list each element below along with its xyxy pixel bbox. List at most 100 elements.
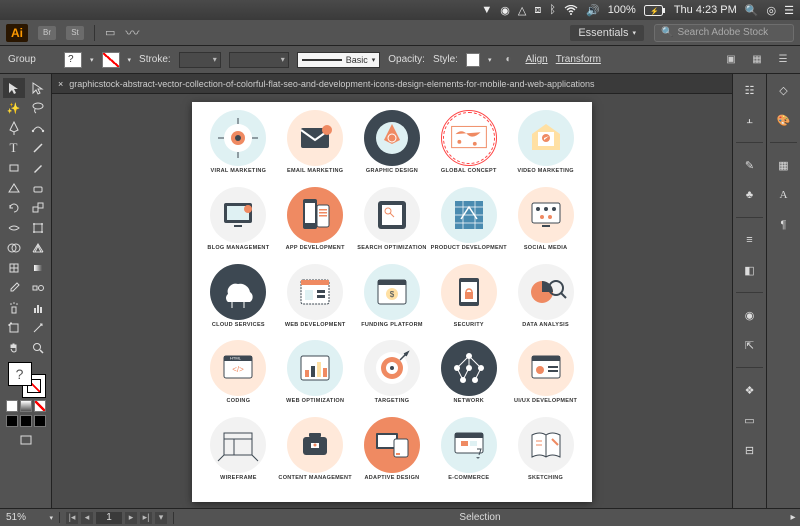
icon-cell[interactable]: UI/UX Development	[507, 340, 584, 417]
type-tool[interactable]: T	[3, 138, 25, 158]
icon-cell[interactable]: Content Management	[277, 417, 354, 494]
siri-icon[interactable]: ◎	[767, 4, 777, 17]
gdrive-icon[interactable]: △	[518, 4, 526, 17]
shaper-tool[interactable]	[3, 178, 25, 198]
mesh-tool[interactable]	[3, 258, 25, 278]
color-panel-icon[interactable]: 🎨	[773, 110, 795, 130]
icon-devices[interactable]	[364, 417, 420, 473]
icon-cell[interactable]: Targeting	[354, 340, 431, 417]
icon-cell[interactable]: Adaptive Design	[354, 417, 431, 494]
arrange-docs-icon[interactable]: ▭	[105, 26, 115, 39]
icon-cell[interactable]: Graphic Design	[354, 110, 431, 187]
artboard-number[interactable]: 1	[96, 512, 122, 524]
free-transform-tool[interactable]	[27, 218, 49, 238]
paragraph-panel-icon[interactable]: ¶	[773, 215, 795, 235]
dropbox-icon[interactable]: ▼	[481, 4, 492, 16]
icon-cell[interactable]: Wireframe	[200, 417, 277, 494]
direct-selection-tool[interactable]	[27, 78, 49, 98]
icon-net[interactable]	[441, 340, 497, 396]
slice-tool[interactable]	[27, 318, 49, 338]
rectangle-tool[interactable]	[3, 158, 25, 178]
icon-cell[interactable]: Data Analysis	[507, 264, 584, 341]
perspective-grid-tool[interactable]	[27, 238, 49, 258]
icon-cell[interactable]: Global Concept	[430, 110, 507, 187]
icon-monitor[interactable]	[210, 187, 266, 243]
icon-briefcase[interactable]	[287, 417, 343, 473]
paintbrush-tool[interactable]	[27, 158, 49, 178]
stroke-weight-dropdown[interactable]: ▾	[179, 52, 221, 68]
icon-phone[interactable]	[287, 187, 343, 243]
icon-cell[interactable]: Social Media	[507, 187, 584, 264]
curvature-tool[interactable]	[27, 118, 49, 138]
icon-cloud[interactable]	[210, 264, 266, 320]
sync-icon[interactable]: ⧈	[534, 4, 541, 17]
icon-cart[interactable]	[441, 417, 497, 473]
swatches-panel-icon[interactable]: ▦	[773, 155, 795, 175]
properties-panel-icon[interactable]: ☷	[739, 80, 761, 100]
icon-profile[interactable]	[518, 340, 574, 396]
export-panel-icon[interactable]: ⇱	[739, 335, 761, 355]
last-artboard-button[interactable]: ▸|	[140, 512, 152, 524]
icon-envelope[interactable]	[287, 110, 343, 166]
transparency-panel-icon[interactable]: ◧	[739, 260, 761, 280]
battery-icon[interactable]: ⚡	[644, 5, 666, 16]
symbol-sprayer-tool[interactable]	[3, 298, 25, 318]
cc-icon[interactable]: ◉	[500, 4, 510, 17]
pen-tool[interactable]	[3, 118, 25, 138]
clock[interactable]: Thu 4:23 PM	[674, 4, 737, 16]
gradient-mode-icon[interactable]	[20, 400, 32, 412]
icon-target[interactable]	[364, 340, 420, 396]
artboards-panel-icon[interactable]: ▭	[739, 410, 761, 430]
character-panel-icon[interactable]: A	[773, 185, 795, 205]
control-menu-icon[interactable]: ☰	[774, 52, 792, 68]
scale-tool[interactable]	[27, 198, 49, 218]
icon-cell[interactable]: Product Development	[430, 187, 507, 264]
fill-swatch[interactable]: ?	[64, 52, 82, 68]
icon-book[interactable]	[518, 417, 574, 473]
brush-dropdown[interactable]: Basic▾	[297, 52, 381, 68]
prev-artboard-button[interactable]: ◂	[81, 512, 93, 524]
draw-behind-icon[interactable]	[20, 415, 32, 427]
icon-eye[interactable]	[210, 110, 266, 166]
libraries-panel-icon[interactable]: ◇	[773, 80, 795, 100]
recolor-artwork-icon[interactable]: ◐	[499, 52, 517, 68]
align-panel-icon[interactable]: ⫠	[739, 110, 761, 130]
icon-html[interactable]: HTML</>	[210, 340, 266, 396]
icon-cell[interactable]: Search Optimization	[354, 187, 431, 264]
icon-cell[interactable]: Video Marketing	[507, 110, 584, 187]
eraser-tool[interactable]	[27, 178, 49, 198]
rotate-tool[interactable]	[3, 198, 25, 218]
icon-cell[interactable]: Network	[430, 340, 507, 417]
eyedropper-tool[interactable]	[3, 278, 25, 298]
icon-blueprint[interactable]	[441, 187, 497, 243]
icon-window[interactable]	[287, 264, 343, 320]
icon-cell[interactable]: E-Commerce	[430, 417, 507, 494]
stock-badge[interactable]: St	[66, 26, 84, 40]
stroke-swatch[interactable]	[102, 52, 120, 68]
bluetooth-icon[interactable]: ᛒ	[549, 4, 556, 16]
style-swatch[interactable]	[466, 53, 480, 67]
layers-panel-icon[interactable]: ❖	[739, 380, 761, 400]
icon-cell[interactable]: Web Development	[277, 264, 354, 341]
icon-tablet[interactable]	[364, 187, 420, 243]
icon-pie[interactable]	[518, 264, 574, 320]
icon-cell[interactable]: Security	[430, 264, 507, 341]
normal-draw-icon[interactable]	[6, 415, 18, 427]
icon-bars[interactable]	[287, 340, 343, 396]
icon-pen[interactable]	[364, 110, 420, 166]
close-tab-icon[interactable]: ×	[58, 79, 63, 89]
icon-cell[interactable]: Viral Marketing	[200, 110, 277, 187]
blend-tool[interactable]	[27, 278, 49, 298]
hand-tool[interactable]	[3, 338, 25, 358]
symbols-panel-icon[interactable]: ♣	[739, 185, 761, 205]
icon-map[interactable]	[441, 110, 497, 166]
icon-cell[interactable]: Email Marketing	[277, 110, 354, 187]
line-tool[interactable]	[27, 138, 49, 158]
icon-monitor2[interactable]	[518, 187, 574, 243]
icon-cell[interactable]: Blog Management	[200, 187, 277, 264]
spotlight-icon[interactable]: 🔍	[745, 4, 759, 17]
appearance-panel-icon[interactable]: ◉	[739, 305, 761, 325]
icon-cell[interactable]: Sketching	[507, 417, 584, 494]
transform-label[interactable]: Transform	[556, 54, 601, 65]
canvas-area[interactable]: × graphicstock-abstract-vector-collectio…	[52, 74, 732, 508]
